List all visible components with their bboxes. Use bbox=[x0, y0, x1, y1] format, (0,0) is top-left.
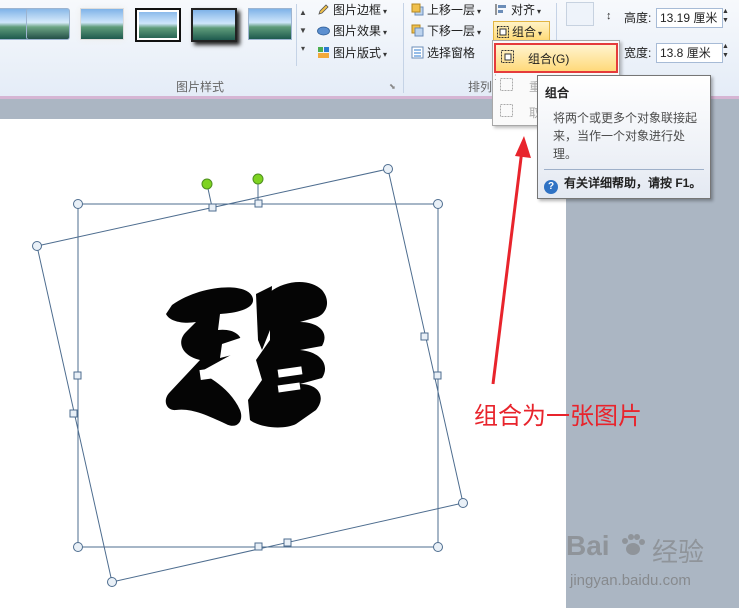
resize-handle[interactable] bbox=[254, 542, 263, 551]
resize-handle[interactable] bbox=[433, 199, 443, 209]
resize-handle[interactable] bbox=[208, 203, 217, 212]
red-arrow bbox=[491, 149, 524, 385]
watermark-brand2: 经验 bbox=[652, 538, 705, 568]
slide-canvas: : bbox=[32, 72, 531, 587]
watermark-brand: Bai bbox=[566, 530, 610, 561]
resize-handle[interactable] bbox=[433, 542, 443, 552]
resize-handle[interactable] bbox=[283, 538, 292, 547]
svg-text::: : bbox=[494, 72, 497, 83]
resize-handle[interactable] bbox=[420, 332, 429, 341]
rotate-handle[interactable] bbox=[201, 178, 213, 190]
resize-handle[interactable] bbox=[73, 371, 82, 380]
rotated-selection-frame bbox=[36, 168, 464, 583]
watermark-url: jingyan.baidu.com bbox=[570, 572, 691, 589]
baidu-watermark: Bai 经验 jingyan.baidu.com bbox=[560, 520, 735, 605]
red-arrow-head bbox=[515, 136, 531, 158]
resize-handle[interactable] bbox=[69, 409, 78, 418]
resize-handle[interactable] bbox=[254, 199, 263, 208]
upright-selection-frame bbox=[77, 203, 439, 548]
paw-icon bbox=[620, 532, 646, 558]
resize-handle[interactable] bbox=[107, 577, 117, 587]
resize-handle[interactable] bbox=[73, 542, 83, 552]
resize-handle[interactable] bbox=[73, 199, 83, 209]
resize-handle[interactable] bbox=[32, 241, 42, 251]
annotation-text: 组合为一张图片 bbox=[474, 402, 642, 430]
resize-handle[interactable] bbox=[458, 498, 468, 508]
resize-handle[interactable] bbox=[433, 371, 442, 380]
resize-handle[interactable] bbox=[383, 164, 393, 174]
split-character-artwork[interactable] bbox=[165, 281, 328, 428]
rotate-handle[interactable] bbox=[252, 173, 264, 185]
